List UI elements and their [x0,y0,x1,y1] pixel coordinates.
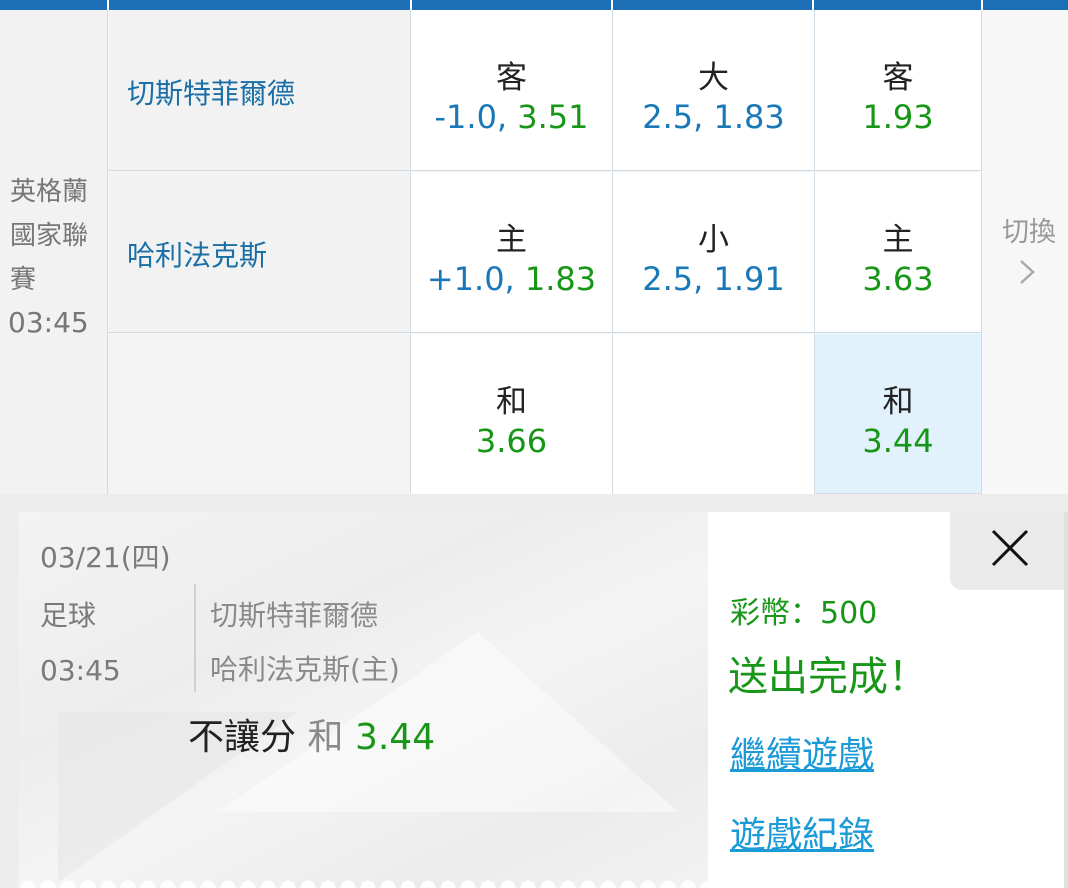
chevron-right-icon [1018,258,1036,294]
game-history-link[interactable]: 遊戲紀錄 [730,806,874,858]
top-bar-divider [611,0,613,10]
moneyline-home-odds[interactable]: 主 3.63 [815,172,982,333]
odds-label: 客 [882,60,914,96]
odds-label: 和 [882,384,914,420]
total-empty-cell [613,334,815,494]
odds-price: 3.63 [862,260,934,298]
slip-divider [194,584,196,692]
slip-bet-type: 不讓分 [188,717,297,758]
match-odds-table: 英格蘭國家聯賽 03:45 切斯特菲爾德 哈利法克斯 客 -1.0, 3.51 … [0,10,1068,494]
submit-status: 送出完成！ [728,654,928,700]
slip-selection: 不讓分 和 3.44 [188,708,435,760]
switch-button[interactable]: 切換 [982,10,1068,494]
odds-price: 3.51 [517,98,589,136]
odds-price: 3.66 [475,422,548,460]
slip-date: 03/21(四) [40,541,171,574]
coin-balance: 彩幣：500 [730,596,878,631]
ticket-tear-edge [18,864,708,888]
handicap-away-odds[interactable]: 客 -1.0, 3.51 [411,10,613,171]
top-bar-divider [107,0,109,10]
away-team-cell: 切斯特菲爾德 [109,10,411,171]
odds-label: 主 [882,222,914,258]
moneyline-draw-odds[interactable]: 和 3.44 [815,334,982,494]
top-bar-divider [812,0,814,10]
total-under-odds[interactable]: 小 2.5, 1.91 [613,172,815,333]
bet-slip: 03/21(四) 足球 03:45 切斯特菲爾德 哈利法克斯(主) 不讓分 和 … [18,512,708,888]
top-bar [0,0,1068,10]
continue-game-link[interactable]: 繼續遊戲 [730,726,874,778]
odds-label: 客 [496,60,527,96]
match-time: 03:45 [8,306,89,339]
handicap-home-odds[interactable]: 主 +1.0, 1.83 [411,172,613,333]
slip-sport: 足球 [40,599,97,632]
odds-price: 1.83 [524,260,597,298]
handicap-draw-odds[interactable]: 和 3.66 [411,334,613,494]
close-icon [991,529,1029,567]
away-team-name: 切斯特菲爾德 [127,77,296,110]
odds-price: 1.93 [862,98,934,136]
league-name: 英格蘭國家聯賽 [10,177,89,295]
close-button[interactable] [950,512,1064,590]
home-team-cell: 哈利法克斯 [109,172,411,333]
odds-label: 和 [496,384,527,420]
draw-row-team-cell [109,334,411,494]
switch-label: 切換 [1002,217,1056,248]
moneyline-away-odds[interactable]: 客 1.93 [815,10,982,171]
odds-value: +1.0, 1.83 [411,260,612,298]
total-over-odds[interactable]: 大 2.5, 1.83 [613,10,815,171]
odds-price: 3.44 [862,422,934,460]
odds-value: 2.5, 1.83 [642,98,785,136]
top-bar-divider [410,0,412,10]
handicap-line: -1.0, [434,98,508,136]
slip-away-team: 切斯特菲爾德 [210,599,379,632]
panel-edge [1064,512,1068,888]
slip-odds: 3.44 [354,717,436,758]
league-cell: 英格蘭國家聯賽 03:45 [0,10,108,494]
handicap-line: +1.0, [426,260,515,298]
odds-value: -1.0, 3.51 [411,98,612,136]
odds-value: 2.5, 1.91 [642,260,785,298]
top-bar-divider [981,0,983,10]
page: 英格蘭國家聯賽 03:45 切斯特菲爾德 哈利法克斯 客 -1.0, 3.51 … [0,0,1068,888]
slip-time: 03:45 [40,654,121,687]
slip-pick: 和 [307,717,344,758]
odds-label: 主 [496,222,527,258]
result-panel: 彩幣：500 送出完成！ 繼續遊戲 遊戲紀錄 [708,512,1064,888]
odds-label: 大 [698,60,729,96]
slip-home-team: 哈利法克斯(主) [210,653,400,686]
home-team-name: 哈利法克斯 [127,239,268,272]
odds-label: 小 [698,222,729,258]
